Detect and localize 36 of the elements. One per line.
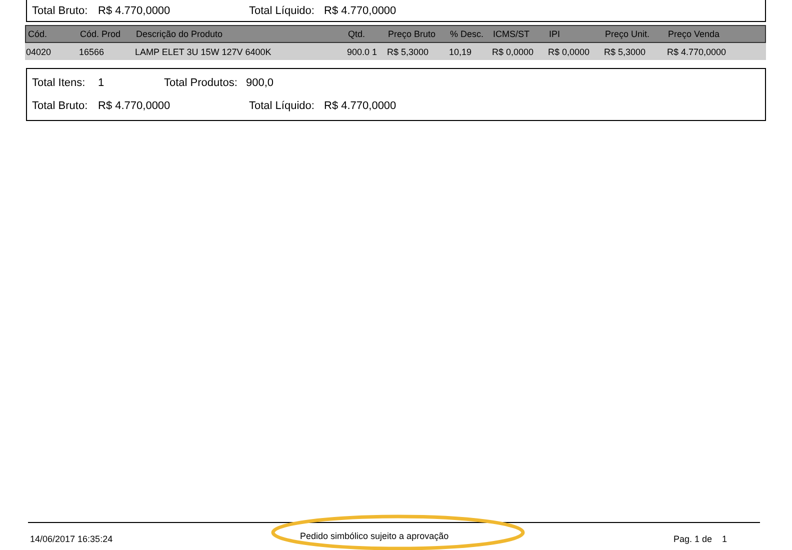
summary-label: Total Itens: — [31, 76, 86, 89]
summary-label: Total Produtos: — [164, 76, 238, 89]
page-label: Pag. 1 de — [673, 534, 712, 544]
summary-label: Total Líquido: — [249, 4, 316, 16]
table-cell-text: 16566 — [79, 46, 106, 56]
page-total: 1 — [722, 534, 727, 544]
column-header: Qtd. — [348, 29, 366, 39]
summary-value: R$ 4.770,0000 — [324, 100, 396, 112]
summary-label: Total Bruto: — [31, 4, 89, 16]
column-header: % Desc. — [450, 29, 485, 39]
summary-value: 1 — [98, 76, 106, 89]
timestamp: 14/06/2017 16:35:24 — [29, 534, 114, 544]
table-cell-text: 04020 — [26, 46, 52, 56]
table-cell-text: R$ 5,3000 — [604, 46, 647, 56]
summary-value: R$ 4.770,0000 — [324, 4, 396, 16]
column-header: IPI — [549, 29, 562, 39]
table-cell-text: R$ 4.770,0000 — [667, 46, 728, 56]
column-header: Cód. Prod — [80, 29, 122, 39]
column-header: Preço Unit. — [605, 29, 651, 39]
footer-note: Pedido simbólico sujeito a aprovação — [300, 531, 449, 541]
column-header: ICMS/ST — [493, 29, 531, 39]
table-cell-text: LAMP ELET 3U 15W 127V 6400K — [135, 46, 272, 56]
summary-label: Total Bruto: — [31, 100, 89, 112]
summary-value: R$ 4.770,0000 — [98, 100, 172, 112]
table-cell-text: R$ 0,0000 — [548, 46, 591, 56]
column-header: Cód. — [27, 29, 48, 39]
table-cell-text: R$ 5,3000 — [387, 46, 430, 56]
table-cell-text: 10,19 — [449, 46, 473, 56]
column-header: Preço Venda — [668, 29, 721, 39]
summary-label: Total Líquido: — [249, 100, 316, 112]
column-header: Descrição do Produto — [136, 29, 224, 39]
table-cell-text: R$ 0,0000 — [492, 46, 535, 56]
column-header: Preço Bruto — [388, 29, 437, 39]
summary-value: 900,0 — [246, 76, 274, 89]
table-cell-text: 900.0 1 — [347, 46, 378, 56]
summary-value: R$ 4.770,0000 — [98, 4, 172, 16]
